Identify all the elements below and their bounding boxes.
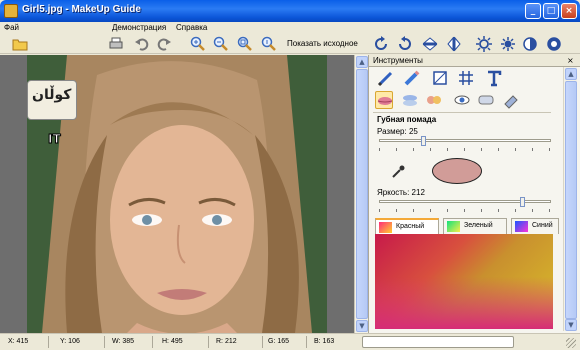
image-canvas[interactable]: کوڵان IT bbox=[0, 55, 354, 333]
eraser-icon[interactable] bbox=[501, 91, 519, 109]
redo-icon[interactable] bbox=[156, 36, 172, 52]
blue-palette-icon bbox=[515, 221, 528, 232]
green-palette-icon bbox=[447, 221, 460, 232]
rotate-right-icon[interactable] bbox=[373, 36, 389, 52]
zoom-in-icon[interactable] bbox=[190, 36, 206, 52]
status-divider bbox=[152, 336, 153, 348]
tab-blue[interactable]: Синий bbox=[511, 218, 559, 234]
status-r: R: 212 bbox=[216, 338, 237, 345]
menu-help[interactable]: Справка bbox=[176, 23, 207, 32]
status-divider bbox=[208, 336, 209, 348]
color-field-overlay bbox=[375, 234, 553, 329]
status-y: Y: 106 bbox=[60, 338, 80, 345]
status-x: X: 415 bbox=[8, 338, 29, 345]
canvas-vertical-scrollbar[interactable]: ▲ ▼ bbox=[354, 55, 368, 333]
color-swatch[interactable] bbox=[432, 158, 482, 184]
size-slider-thumb[interactable] bbox=[421, 136, 426, 146]
eyeshadow-icon[interactable] bbox=[401, 91, 419, 109]
scroll-thumb[interactable] bbox=[356, 69, 368, 319]
scroll-up-arrow[interactable]: ▲ bbox=[356, 56, 368, 68]
undo-icon[interactable] bbox=[134, 36, 150, 52]
status-divider bbox=[306, 336, 307, 348]
brightness-down-icon[interactable] bbox=[500, 36, 516, 52]
section-title: Губная помада bbox=[377, 115, 437, 124]
menu-demo[interactable]: Демонстрация bbox=[112, 23, 166, 32]
panel-separator bbox=[373, 112, 551, 113]
eyedropper-icon[interactable] bbox=[391, 165, 405, 179]
panel-header: Инструменты × bbox=[369, 55, 580, 67]
blush-icon[interactable] bbox=[425, 91, 443, 109]
status-progress-field bbox=[362, 336, 514, 348]
status-divider bbox=[262, 336, 263, 348]
open-icon[interactable] bbox=[12, 36, 28, 52]
status-w: W: 385 bbox=[112, 338, 135, 345]
close-button[interactable]: × bbox=[561, 3, 577, 19]
teeth-icon[interactable] bbox=[477, 91, 495, 109]
eye-icon[interactable] bbox=[453, 91, 471, 109]
grid-icon[interactable] bbox=[457, 69, 475, 87]
print-icon[interactable] bbox=[108, 36, 124, 52]
zoom-out-icon[interactable] bbox=[213, 36, 229, 52]
panel-close-button[interactable]: × bbox=[567, 56, 574, 65]
flip-vertical-icon[interactable] bbox=[422, 36, 438, 52]
status-g: G: 165 bbox=[268, 338, 290, 345]
scroll-down-arrow[interactable]: ▼ bbox=[356, 320, 368, 332]
text-icon[interactable] bbox=[485, 69, 503, 87]
resize-grip-icon[interactable] bbox=[566, 338, 576, 348]
pencil-icon[interactable] bbox=[403, 69, 421, 87]
app-icon bbox=[4, 4, 18, 18]
tools-panel: Инструменты × Губная помада Размер: 25 Я… bbox=[368, 55, 580, 333]
watermark-logo: کوڵان bbox=[27, 80, 77, 120]
panel-title: Инструменты bbox=[373, 56, 423, 65]
zoom-actual-icon[interactable] bbox=[261, 36, 277, 52]
status-b: B: 163 bbox=[314, 338, 335, 345]
brush-icon[interactable] bbox=[377, 69, 395, 87]
contrast-up-icon[interactable] bbox=[522, 36, 538, 52]
size-slider[interactable] bbox=[379, 139, 551, 142]
lipstick-icon[interactable] bbox=[375, 91, 393, 109]
panel-vertical-scrollbar[interactable]: ▲ ▼ bbox=[563, 67, 577, 331]
crop-icon[interactable] bbox=[431, 69, 449, 87]
title-bar: Girl5.jpg - MakeUp Guide _ □ × bbox=[0, 0, 580, 22]
menu-bar: Фай Демонстрация Справка bbox=[0, 22, 580, 34]
brightness-slider-thumb[interactable] bbox=[520, 197, 525, 207]
window-title: Girl5.jpg - MakeUp Guide bbox=[22, 4, 141, 15]
brightness-up-icon[interactable] bbox=[476, 36, 492, 52]
brightness-slider-ticks bbox=[379, 209, 551, 212]
contrast-down-icon[interactable] bbox=[546, 36, 562, 52]
flip-horizontal-icon[interactable] bbox=[446, 36, 462, 52]
zoom-fit-icon[interactable] bbox=[237, 36, 253, 52]
tab-red[interactable]: Красный bbox=[375, 218, 439, 234]
brightness-slider[interactable] bbox=[379, 200, 551, 203]
brightness-label: Яркость: 212 bbox=[377, 188, 425, 197]
minimize-button[interactable]: _ bbox=[525, 3, 541, 19]
status-divider bbox=[48, 336, 49, 348]
size-label: Размер: 25 bbox=[377, 127, 418, 136]
menu-file[interactable]: Фай bbox=[4, 23, 19, 32]
status-bar: X: 415 Y: 106 W: 385 H: 495 R: 212 G: 16… bbox=[0, 333, 580, 350]
panel-scroll-down-arrow[interactable]: ▼ bbox=[565, 319, 577, 331]
rotate-left-icon[interactable] bbox=[397, 36, 413, 52]
red-palette-icon bbox=[379, 222, 392, 233]
tab-green[interactable]: Зеленый bbox=[443, 218, 507, 234]
status-divider bbox=[104, 336, 105, 348]
panel-scroll-up-arrow[interactable]: ▲ bbox=[565, 68, 577, 80]
status-h: H: 495 bbox=[162, 338, 183, 345]
panel-scroll-thumb[interactable] bbox=[565, 81, 577, 319]
show-original-button[interactable]: Показать исходное bbox=[287, 39, 358, 48]
size-slider-ticks bbox=[379, 148, 551, 151]
watermark-logo-it: IT bbox=[48, 132, 62, 147]
color-picker-field[interactable] bbox=[375, 234, 553, 329]
toolbar: Показать исходное bbox=[0, 34, 580, 54]
maximize-button[interactable]: □ bbox=[543, 3, 559, 19]
